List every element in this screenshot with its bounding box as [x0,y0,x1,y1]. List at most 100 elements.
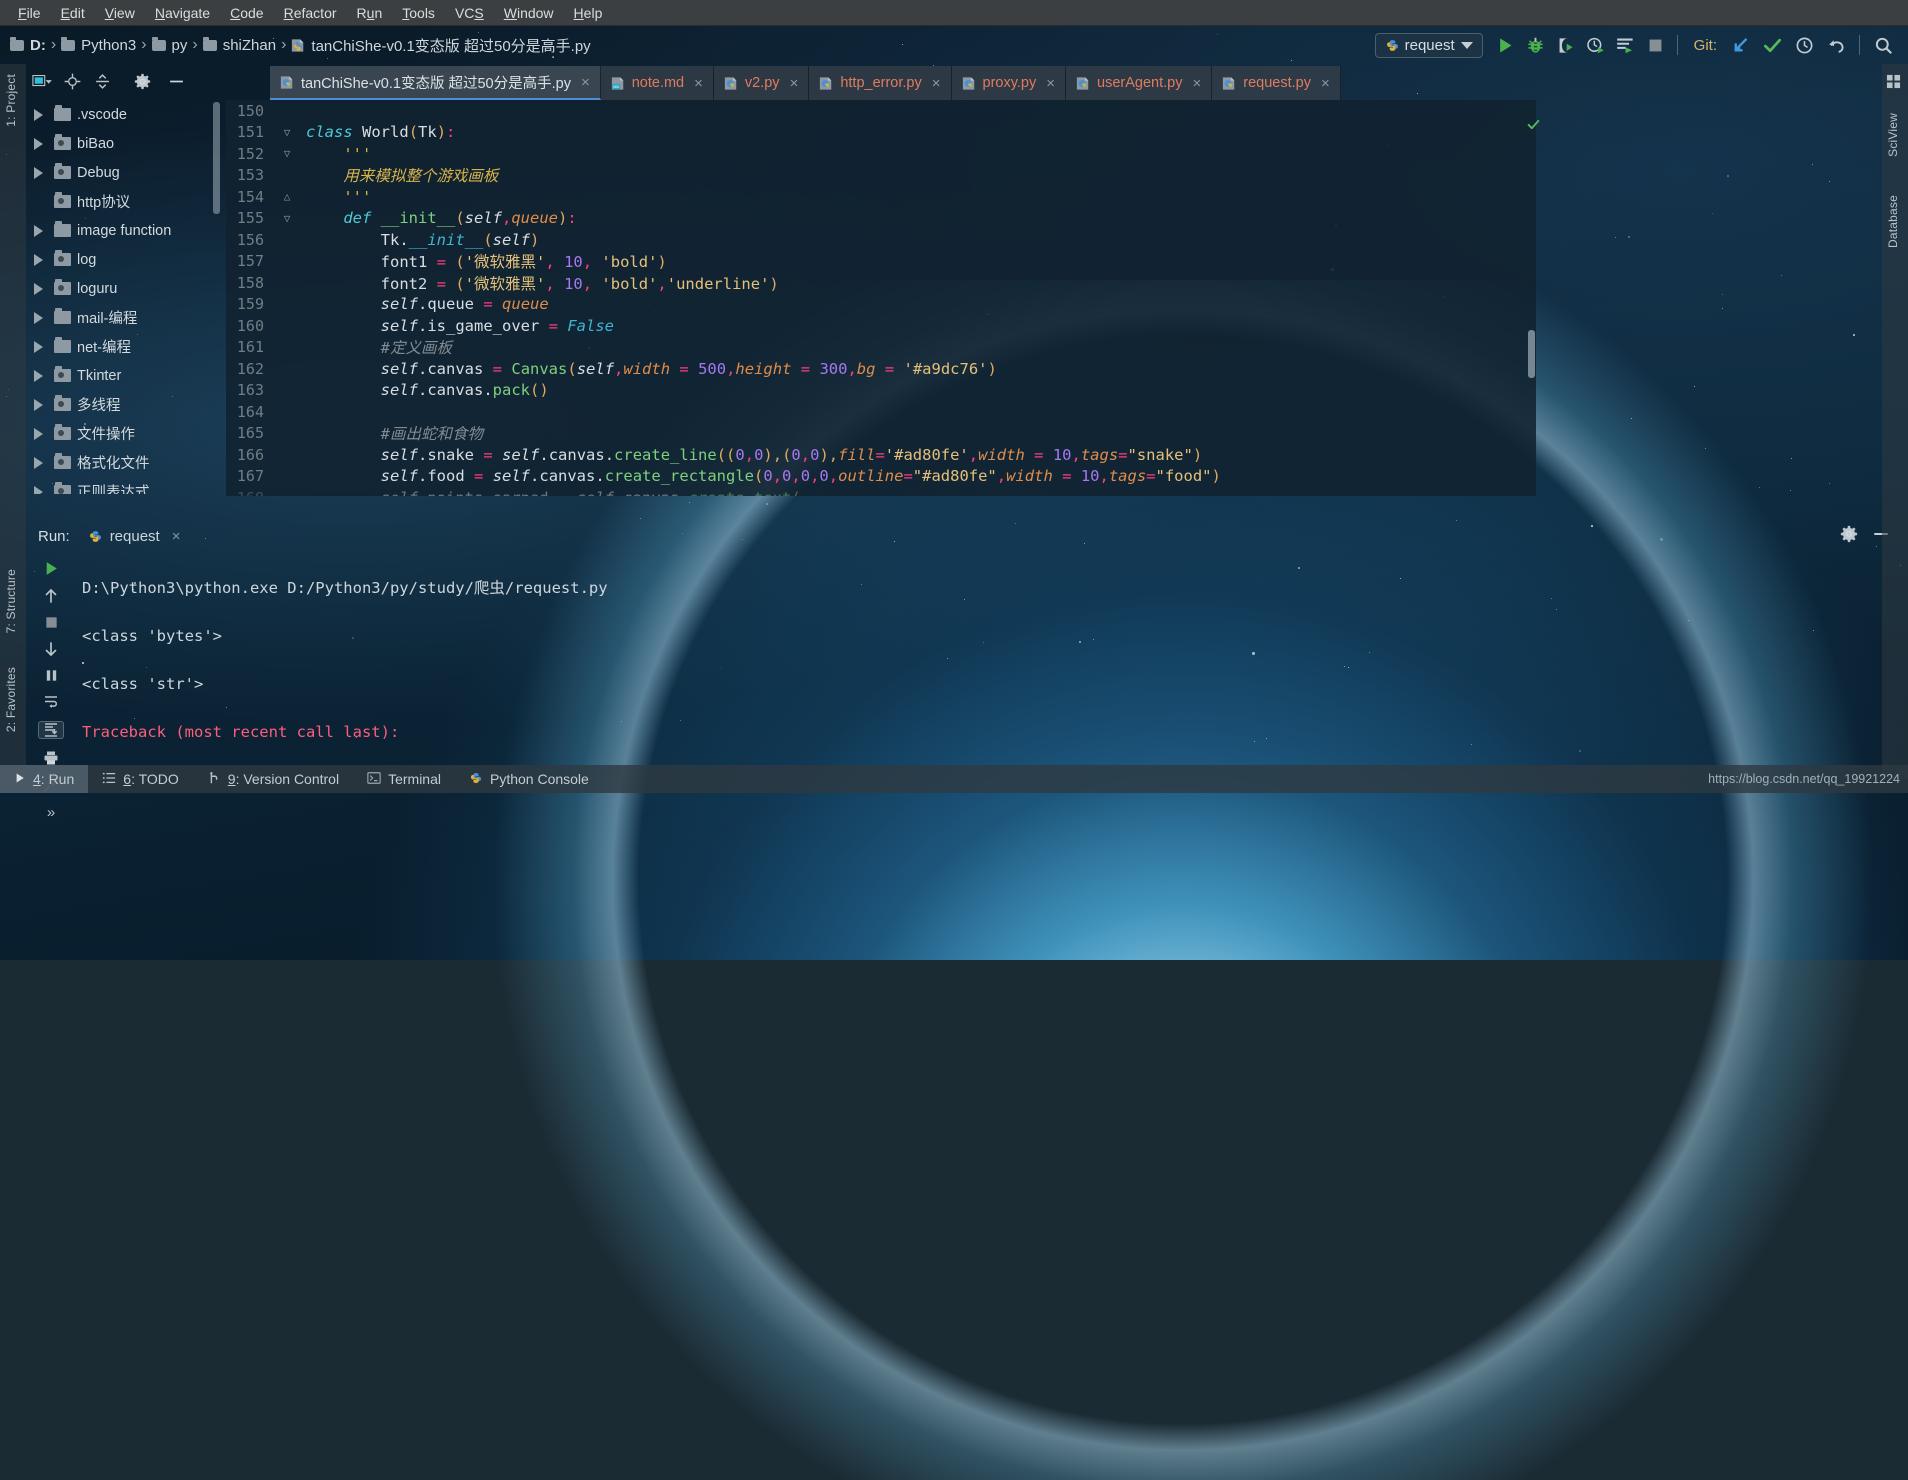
chevron-right-icon[interactable] [34,427,43,440]
menu-code[interactable]: Code [220,3,273,23]
commit-button[interactable] [1757,30,1787,60]
breadcrumb-item-shizhan[interactable]: shiZhan [202,36,276,54]
status-item-run[interactable]: 4: Run [0,765,89,793]
tree-item-bibao[interactable]: biBao [26,129,222,158]
chevron-right-icon[interactable] [34,485,43,494]
tree-item-image-function[interactable]: image function [26,216,222,245]
tree-item-tkinter[interactable]: Tkinter [26,361,222,390]
breadcrumb-item-drive[interactable]: D: [10,36,46,54]
gear-icon[interactable] [1840,525,1858,547]
pause-button[interactable] [39,668,63,683]
tree-item-http-protocol[interactable]: http协议 [26,187,222,216]
editor-tab-request-py[interactable]: request.py × [1212,66,1341,100]
chevron-right-icon[interactable] [34,369,43,382]
close-icon[interactable]: × [1321,75,1330,92]
run-button[interactable] [1491,30,1521,60]
menu-file[interactable]: File [8,3,51,23]
right-sidebar-grid-icon[interactable] [1882,68,1905,95]
close-icon[interactable]: × [790,75,799,92]
target-icon[interactable] [62,72,82,90]
chevron-right-icon[interactable] [34,108,43,121]
profile-button[interactable] [1581,30,1611,60]
status-item-version-control[interactable]: 9: Version Control [193,765,353,793]
tree-item-file-ops[interactable]: 文件操作 [26,419,222,448]
menu-help[interactable]: Help [564,3,613,23]
run-tab-label[interactable]: request [110,528,160,545]
fold-marker[interactable]: ▽ [274,212,300,225]
chevron-down-icon[interactable] [1460,41,1473,49]
close-icon[interactable]: × [694,75,703,92]
menu-navigate[interactable]: Navigate [145,3,220,23]
sidebar-item-structure[interactable]: 7: Structure [0,563,22,639]
fold-marker[interactable]: ▽ [274,147,300,160]
history-button[interactable] [1789,30,1819,60]
breadcrumb-item-python3[interactable]: Python3 [61,36,136,54]
scroll-to-end-button[interactable] [38,721,64,739]
menu-vcs[interactable]: VCS [445,3,494,23]
chevron-right-icon[interactable] [34,456,43,469]
run-configuration-selector[interactable]: request [1374,32,1483,58]
chevron-right-icon[interactable] [34,311,43,324]
tree-item-vscode[interactable]: .vscode [26,100,222,129]
run-with-params-button[interactable] [1611,30,1641,60]
menu-refactor[interactable]: Refactor [274,3,347,23]
editor-tab-tanchishe[interactable]: tanChiShe-v0.1变态版 超过50分是高手.py × [270,66,601,100]
editor-tab-http-error-py[interactable]: http_error.py × [809,66,952,100]
tree-item-debug[interactable]: Debug [26,158,222,187]
coverage-button[interactable] [1551,30,1581,60]
editor-tab-useragent-py[interactable]: userAgent.py × [1066,66,1213,100]
chevron-right-icon[interactable] [34,340,43,353]
chevron-right-icon[interactable] [34,398,43,411]
tree-item-loguru[interactable]: loguru [26,274,222,303]
tree-item-net[interactable]: net-编程 [26,332,222,361]
menu-view[interactable]: View [95,3,145,23]
tree-item-regex[interactable]: 正则表达式 [26,477,222,494]
collapse-icon[interactable] [92,72,112,90]
project-view-selector-icon[interactable] [32,72,52,90]
close-icon[interactable]: × [172,528,181,545]
stop-button[interactable] [1641,30,1671,60]
arrow-up-icon[interactable] [39,588,63,604]
close-icon[interactable]: × [1046,75,1055,92]
status-item-python-console[interactable]: Python Console [455,765,603,793]
gear-icon[interactable] [132,72,152,90]
tree-item-multithread[interactable]: 多线程 [26,390,222,419]
menu-tools[interactable]: Tools [392,3,445,23]
rerun-button[interactable] [39,560,63,577]
stop-button[interactable] [39,615,63,630]
breadcrumb-item-file[interactable]: tanChiShe-v0.1变态版 超过50分是高手.py [291,35,591,56]
code-editor[interactable]: 150 151 ▽ class World(Tk): 152 ▽ ''' 153 用来… [226,100,1536,496]
chevrons-right-icon[interactable]: » [39,804,63,821]
menu-window[interactable]: Window [494,3,564,23]
arrow-down-icon[interactable] [39,641,63,657]
sidebar-item-sciview[interactable]: SciView [1882,107,1904,163]
wrap-icon[interactable] [39,694,63,710]
close-icon[interactable]: × [932,75,941,92]
tree-item-format-file[interactable]: 格式化文件 [26,448,222,477]
sidebar-item-project[interactable]: 1: Project [0,68,22,133]
chevron-right-icon[interactable] [34,166,43,179]
menu-edit[interactable]: Edit [51,3,95,23]
run-console-output[interactable]: D:\Python3\python.exe D:/Python3/py/stud… [82,552,1902,760]
tree-item-log[interactable]: log [26,245,222,274]
tree-item-mail[interactable]: mail-编程 [26,303,222,332]
rollback-button[interactable] [1821,30,1851,60]
debug-button[interactable] [1521,30,1551,60]
chevron-right-icon[interactable] [34,253,43,266]
printer-icon[interactable] [39,750,63,766]
minimize-icon[interactable] [166,72,186,90]
menu-run[interactable]: Run [347,3,393,23]
chevron-right-icon[interactable] [34,137,43,150]
editor-tab-proxy-py[interactable]: proxy.py × [951,66,1067,100]
search-everywhere-button[interactable] [1868,30,1898,60]
sidebar-item-database[interactable]: Database [1882,189,1904,254]
fold-marker[interactable]: ▽ [274,126,300,139]
fold-marker[interactable]: △ [274,190,300,203]
status-item-terminal[interactable]: Terminal [353,765,455,793]
chevron-right-icon[interactable] [34,224,43,237]
breadcrumb-item-py[interactable]: py [151,36,187,54]
project-scrollbar[interactable] [213,102,220,214]
editor-scrollbar[interactable] [1528,330,1535,378]
sidebar-item-favorites[interactable]: 2: Favorites [0,661,22,738]
chevron-right-icon[interactable] [34,282,43,295]
